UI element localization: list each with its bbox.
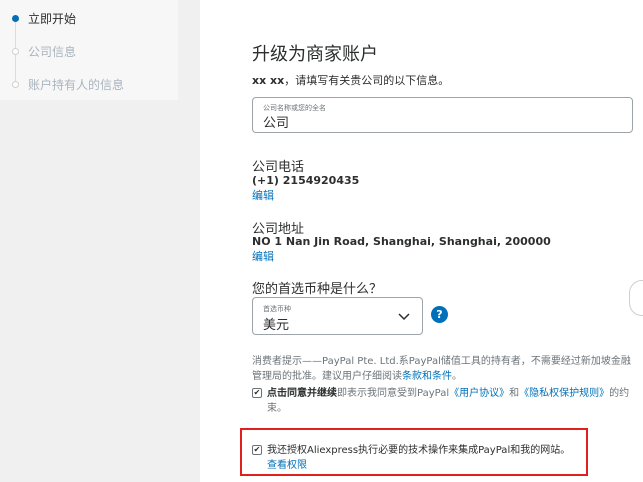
agree-checkbox[interactable]: ✔ xyxy=(252,388,262,398)
company-name-value: 公司 xyxy=(263,116,290,131)
currency-value: 美元 xyxy=(263,318,290,333)
consumer-notice: 消费者提示——PayPal Pte. Ltd.系PayPal储值工具的持有者，不… xyxy=(252,354,632,384)
checkmark-icon: ✔ xyxy=(253,388,261,397)
agree-text-part: 和 xyxy=(509,388,520,399)
edit-phone-link[interactable]: 编辑 xyxy=(252,187,274,203)
page-title: 升级为商家账户 xyxy=(252,44,378,65)
step-inactive-dot-icon xyxy=(12,80,19,88)
company-address-value: NO 1 Nan Jin Road, Shanghai, Shanghai, 2… xyxy=(252,235,551,248)
company-name-input[interactable]: 公司名称或您的全名 公司 xyxy=(252,97,633,133)
page: 立即开始 公司信息 账户持有人的信息 升级为商家账户 xx xx，请填写有关贵公… xyxy=(0,0,643,482)
agree-checkbox-row: ✔ 点击同意并继续即表示我同意受到PayPal《用户协议》和《隐私权保护规则》的… xyxy=(252,386,632,416)
step-inactive-dot-icon xyxy=(12,47,19,55)
edit-address-link[interactable]: 编辑 xyxy=(252,248,274,264)
highlight-box xyxy=(240,428,588,476)
currency-placeholder: 首选币种 xyxy=(263,305,291,313)
sidebar-step-label: 立即开始 xyxy=(28,11,77,26)
step-active-dot-icon xyxy=(12,14,19,22)
user-agreement-link[interactable]: 《用户协议》 xyxy=(449,388,509,399)
currency-help-icon[interactable]: ? xyxy=(431,306,448,323)
company-phone-value: (+1) 2154920435 xyxy=(252,174,360,187)
agree-text: 点击同意并继续即表示我同意受到PayPal《用户协议》和《隐私权保护规则》的约束… xyxy=(252,386,632,416)
currency-question: 您的首选币种是什么？ xyxy=(252,282,383,297)
sidebar-step-label: 公司信息 xyxy=(28,44,77,59)
page-subtitle: xx xx，请填写有关贵公司的以下信息。 xyxy=(252,72,449,88)
subtitle-text: ，请填写有关贵公司的以下信息。 xyxy=(284,74,450,87)
notice-text-end: 。 xyxy=(452,371,462,382)
chevron-down-icon xyxy=(398,313,410,321)
agree-bold-text: 点击同意并继续 xyxy=(267,388,337,399)
terms-link[interactable]: 条款和条件 xyxy=(402,371,452,382)
form-card: 升级为商家账户 xx xx，请填写有关贵公司的以下信息。 公司名称或您的全名 公… xyxy=(200,0,643,482)
currency-select[interactable]: 首选币种 美元 xyxy=(252,297,423,335)
user-name: xx xx xyxy=(252,74,285,87)
sidebar-step-label: 账户持有人的信息 xyxy=(28,77,125,92)
company-phone-label: 公司电话 xyxy=(252,160,305,175)
agree-text-part: 即表示我同意受到PayPal xyxy=(337,388,450,399)
scroll-handle[interactable] xyxy=(629,280,643,316)
privacy-policy-link[interactable]: 《隐私权保护规则》 xyxy=(519,388,609,399)
progress-sidebar: 立即开始 公司信息 账户持有人的信息 xyxy=(0,0,178,100)
